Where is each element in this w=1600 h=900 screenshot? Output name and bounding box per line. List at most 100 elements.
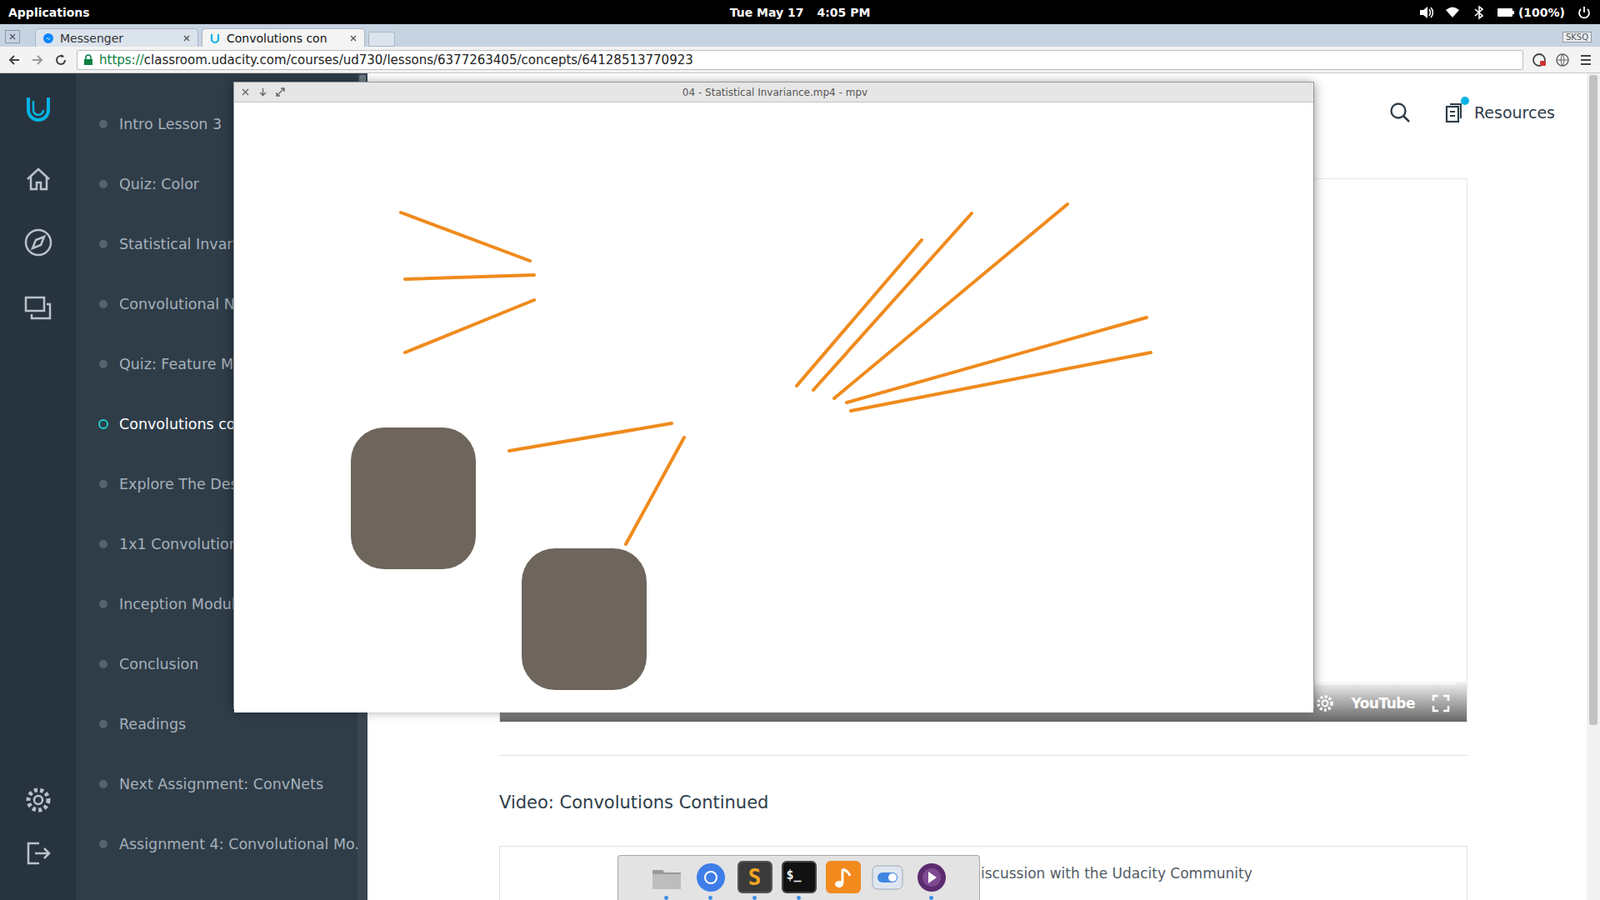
sidebar-item-label[interactable]: Convolutions cor <box>119 415 242 433</box>
files-app-icon[interactable] <box>649 860 685 894</box>
settings-app-icon[interactable] <box>870 860 905 895</box>
sidebar-item-label[interactable]: 1x1 Convolution <box>119 535 239 553</box>
tab-close-icon[interactable] <box>349 34 358 43</box>
search-icon[interactable] <box>1389 101 1411 124</box>
bluetooth-icon[interactable] <box>1471 5 1485 20</box>
window-titlebar[interactable]: 04 - Statistical Invariance.mp4 - mpv <box>234 82 1314 103</box>
tab-close-icon[interactable] <box>182 34 191 43</box>
udacity-logo[interactable] <box>20 91 57 129</box>
sidebar-item-label[interactable]: Next Assignment: ConvNets <box>119 775 324 793</box>
gear-icon[interactable] <box>1315 694 1335 713</box>
dock: S $_ <box>617 855 980 900</box>
close-window-button[interactable] <box>5 30 20 44</box>
fullscreen-icon[interactable] <box>1431 694 1450 713</box>
player-app-icon[interactable] <box>914 860 950 894</box>
lock-icon <box>82 53 95 66</box>
globe-icon[interactable] <box>1555 52 1570 68</box>
dock-app[interactable]: $_ <box>781 860 817 900</box>
youtube-logo[interactable]: YouTube <box>1350 695 1415 712</box>
video-frame[interactable] <box>234 102 1314 713</box>
sidebar-item[interactable]: Assignment 4: Convolutional Mo... <box>75 814 358 875</box>
battery-level: (100%) <box>1518 5 1565 20</box>
url-text[interactable]: classroom.udacity.com/courses/ud730/less… <box>144 52 694 68</box>
sidebar-item-label[interactable]: Explore The Desi <box>119 475 243 493</box>
page-scrollbar[interactable] <box>1586 73 1600 900</box>
dock-app[interactable] <box>693 860 729 900</box>
running-indicator <box>752 895 757 900</box>
logout-icon[interactable] <box>24 840 53 867</box>
sidebar-item-label[interactable]: Quiz: Color <box>119 175 200 193</box>
terminal-glyph: $_ <box>786 867 802 883</box>
resources-icon <box>1444 101 1465 124</box>
sidebar-item-label[interactable]: Assignment 4: Convolutional Mo... <box>119 835 358 853</box>
video-image <box>234 102 1314 710</box>
address-bar: https://classroom.udacity.com/courses/ud… <box>0 46 1600 74</box>
terminal-app-icon[interactable]: $_ <box>781 860 817 894</box>
browser-tab[interactable]: Convolutions con <box>201 28 365 47</box>
progress-dot <box>99 660 108 669</box>
forward-icon[interactable] <box>30 52 45 68</box>
dock-app[interactable] <box>914 860 950 900</box>
dock-app[interactable]: S <box>737 860 773 900</box>
progress-dot <box>99 840 108 849</box>
power-icon[interactable] <box>1576 5 1592 20</box>
compass-icon[interactable] <box>23 227 54 258</box>
resources-label[interactable]: Resources <box>1474 103 1555 122</box>
community-text[interactable]: iscussion with the Udacity Community <box>980 865 1253 882</box>
close-icon[interactable] <box>8 32 17 41</box>
window-title: 04 - Statistical Invariance.mp4 - mpv <box>682 86 868 99</box>
clock-date[interactable]: Tue May 17 <box>730 5 805 20</box>
mpv-window[interactable]: 04 - Statistical Invariance.mp4 - mpv <box>233 81 1315 710</box>
menu-icon[interactable] <box>1578 52 1594 68</box>
running-indicator <box>796 895 801 900</box>
profile-badge[interactable]: SKSQ <box>1562 31 1592 43</box>
browser-app-icon[interactable] <box>693 860 729 894</box>
window-maximize-icon[interactable] <box>275 87 285 97</box>
back-icon[interactable] <box>6 52 22 68</box>
mpv-icon <box>915 861 948 894</box>
extension-icon[interactable] <box>1531 52 1547 68</box>
progress-dot <box>98 419 109 430</box>
sidebar-item-label[interactable]: Conclusion <box>119 655 199 673</box>
sidebar-item-label[interactable]: Convolutional Ne <box>119 295 245 313</box>
url-field[interactable]: https://classroom.udacity.com/courses/ud… <box>76 50 1524 70</box>
editor-glyph: S <box>748 865 762 890</box>
volume-icon[interactable] <box>1418 5 1434 20</box>
dock-app[interactable] <box>649 860 685 900</box>
url-scheme[interactable]: https:// <box>99 52 145 68</box>
applications-menu[interactable]: Applications <box>8 5 90 20</box>
tab-label[interactable]: Messenger <box>60 31 177 45</box>
dock-app[interactable] <box>870 860 905 900</box>
resources-button[interactable]: Resources <box>1444 101 1555 124</box>
clock-time[interactable]: 4:05 PM <box>816 5 870 20</box>
progress-dot <box>99 480 108 489</box>
home-icon[interactable] <box>23 165 54 194</box>
sidebar-item[interactable]: Next Assignment: ConvNets <box>75 754 358 815</box>
sidebar-item-label[interactable]: Statistical Invaria <box>119 235 246 253</box>
chat-icon[interactable] <box>23 294 54 323</box>
progress-dot <box>99 120 108 129</box>
editor-app-icon[interactable]: S <box>737 860 773 894</box>
settings-icon[interactable] <box>24 785 53 815</box>
progress-dot <box>99 300 108 309</box>
reload-icon[interactable] <box>53 52 69 68</box>
tab-bar: Messenger Convolutions con SKSQ <box>0 24 1600 47</box>
icon-rail <box>0 73 76 900</box>
browser-tab[interactable]: Messenger <box>35 28 199 47</box>
sidebar-item-label[interactable]: Quiz: Feature Ma <box>119 355 243 373</box>
tab-label[interactable]: Convolutions con <box>226 31 344 45</box>
video-heading: Video: Convolutions Continued <box>499 792 769 813</box>
sidebar-item-label[interactable]: Readings <box>119 715 186 733</box>
dock-app[interactable] <box>825 860 861 900</box>
music-app-icon[interactable] <box>825 860 861 894</box>
wifi-icon[interactable] <box>1445 5 1460 20</box>
new-tab-button[interactable] <box>368 31 395 47</box>
window-close-icon[interactable] <box>240 87 250 97</box>
window-minimize-icon[interactable] <box>258 87 268 97</box>
messenger-icon <box>42 32 55 45</box>
sidebar-item-label[interactable]: Inception Modul <box>119 595 236 613</box>
running-indicator <box>708 895 713 900</box>
udacity-logo-icon[interactable] <box>21 93 55 127</box>
sidebar-item-label[interactable]: Intro Lesson 3 <box>119 115 222 133</box>
battery-icon <box>1496 5 1515 20</box>
